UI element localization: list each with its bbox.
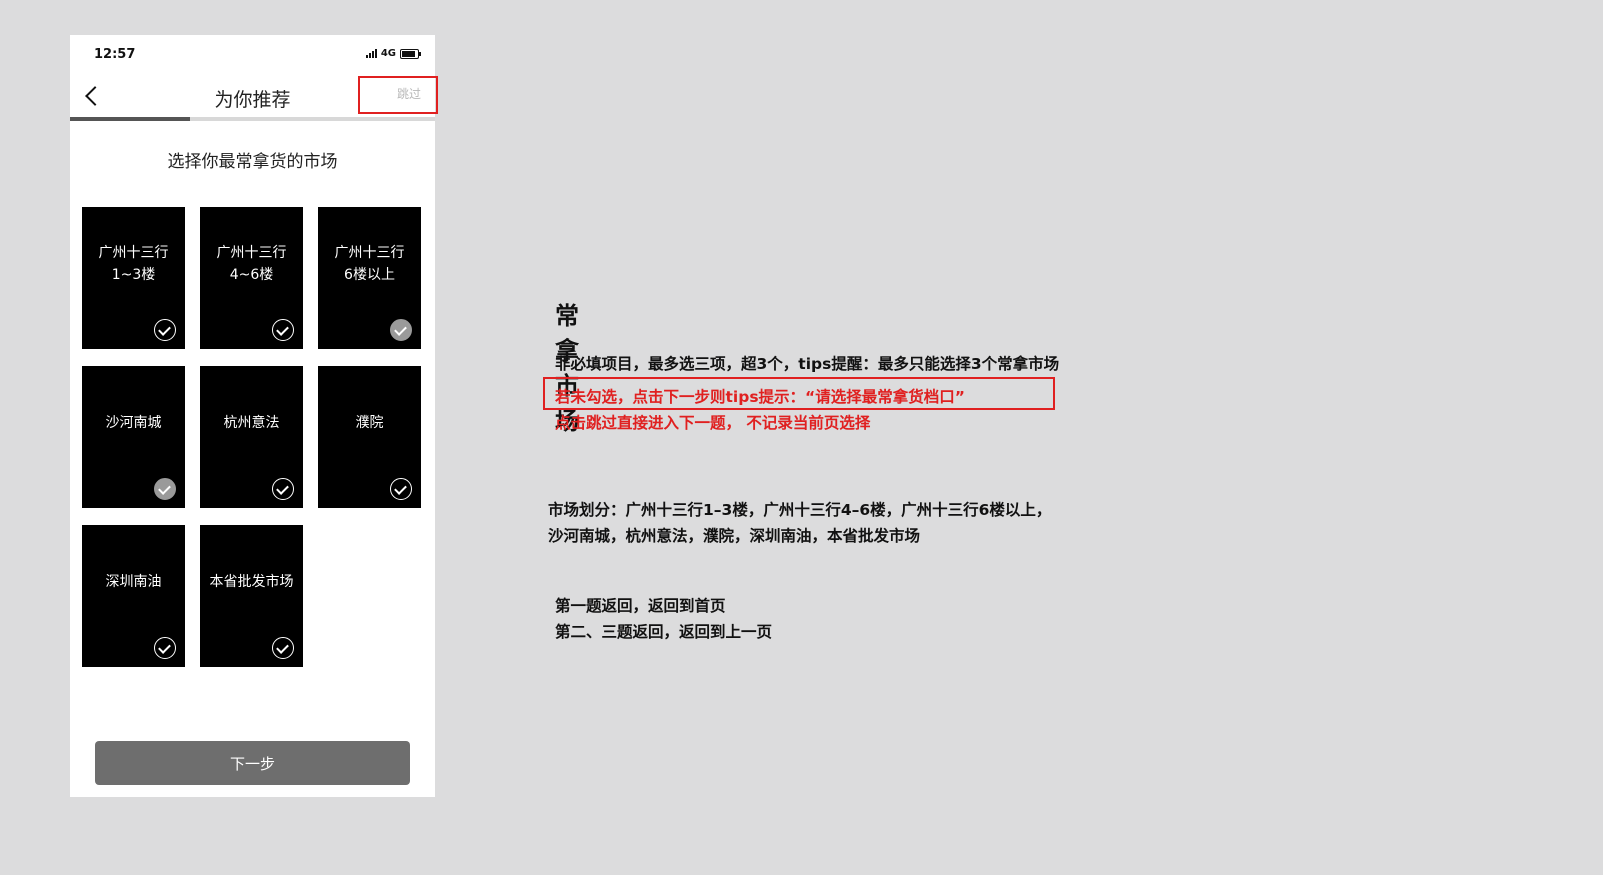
market-tile-label: 深圳南油 <box>105 574 162 590</box>
market-tile-label: 本省批发市场 <box>209 574 294 590</box>
market-tile[interactable]: 沙河南城 <box>82 366 185 508</box>
market-tile[interactable]: 深圳南油 <box>82 525 185 667</box>
check-circle-icon[interactable] <box>390 478 412 500</box>
note-red-skip: 点击跳过直接进入下一题， 不记录当前页选择 <box>555 414 871 432</box>
market-tile[interactable]: 濮院 <box>318 366 421 508</box>
check-circle-icon[interactable] <box>272 319 294 341</box>
check-circle-icon[interactable] <box>390 319 412 341</box>
check-circle-icon[interactable] <box>154 637 176 659</box>
check-circle-icon[interactable] <box>154 319 176 341</box>
signal-icon <box>365 49 377 58</box>
market-tile-label: 沙河南城 <box>105 415 162 431</box>
market-tile-label: 杭州意法 <box>223 415 280 431</box>
check-circle-icon[interactable] <box>272 637 294 659</box>
market-tile-label: 濮院 <box>355 415 384 431</box>
market-tile-label: 广州十三行 4~6楼 <box>216 245 287 283</box>
battery-icon <box>400 48 421 59</box>
market-tile[interactable]: 本省批发市场 <box>200 525 303 667</box>
market-tile-label: 广州十三行 1~3楼 <box>98 245 169 283</box>
market-tile[interactable]: 广州十三行 6楼以上 <box>318 207 421 349</box>
status-bar: 12:57 4G <box>70 35 435 75</box>
next-button[interactable]: 下一步 <box>95 741 410 785</box>
note-markets-2: 沙河南城，杭州意法，濮院，深圳南油，本省批发市场 <box>548 527 921 545</box>
market-tile[interactable]: 广州十三行 1~3楼 <box>82 207 185 349</box>
network-label: 4G <box>380 48 396 59</box>
status-indicators: 4G <box>365 48 421 59</box>
progress-fill <box>70 117 191 121</box>
phone-screen: 12:57 4G 为你推荐 跳过 选择你最常拿货的市场 广州十三行 1~3楼 广州… <box>70 35 435 797</box>
note-red-tip: 若未勾选，点击下一步则tips提示：“请选择最常拿货档口” <box>555 388 965 406</box>
status-time: 12:57 <box>94 47 136 62</box>
note-markets-1: 市场划分：广州十三行1–3楼，广州十三行4–6楼，广州十三行6楼以上， <box>548 501 1052 519</box>
note-back-2: 第二、三题返回，返回到上一页 <box>555 623 773 641</box>
progress-bar <box>70 117 435 121</box>
market-tile-label: 广州十三行 6楼以上 <box>334 245 405 283</box>
check-circle-icon[interactable] <box>272 478 294 500</box>
market-tile[interactable]: 杭州意法 <box>200 366 303 508</box>
question-title: 选择你最常拿货的市场 <box>167 152 338 172</box>
note-back-1: 第一题返回，返回到首页 <box>555 597 726 615</box>
note-rule: 非必填项目，最多选三项，超3个，tips提醒：最多只能选择3个常拿市场 <box>555 355 1060 373</box>
market-tile[interactable]: 广州十三行 4~6楼 <box>200 207 303 349</box>
check-circle-icon[interactable] <box>154 478 176 500</box>
skip-highlight-frame <box>358 76 438 114</box>
